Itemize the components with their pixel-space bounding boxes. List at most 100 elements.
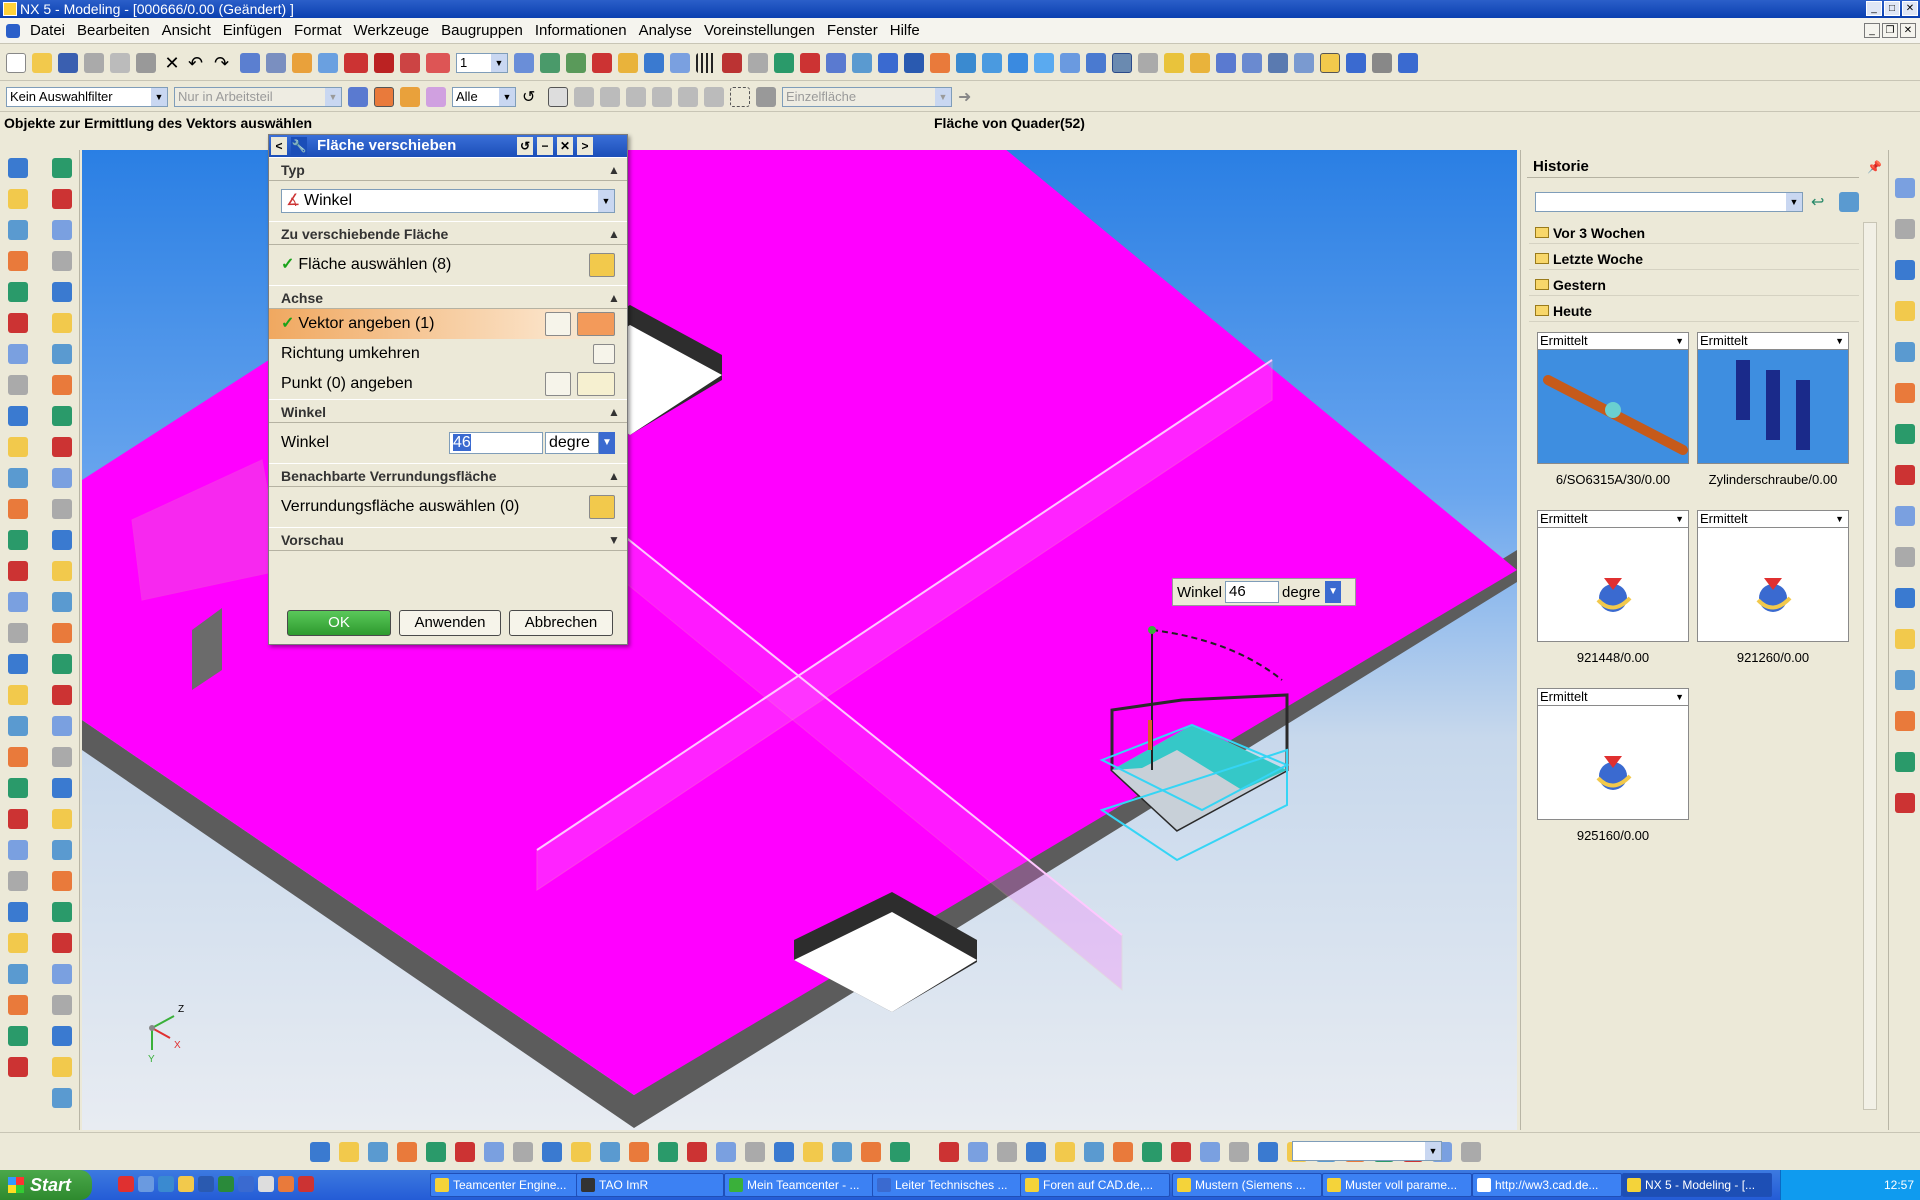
bottom-tool-icon-18[interactable] [832, 1142, 852, 1162]
paste-icon[interactable] [136, 52, 156, 73]
feature-icon-21[interactable] [52, 809, 72, 829]
arrow-right-icon[interactable]: ➜ [958, 87, 978, 107]
feature-icon-14[interactable] [52, 592, 72, 612]
bottom-tool-icon-9[interactable] [571, 1142, 591, 1162]
bottom-tool-icon-32[interactable] [1258, 1142, 1278, 1162]
endpoint-icon[interactable] [574, 86, 594, 107]
minimize-button[interactable]: _ [1866, 1, 1882, 16]
feature-icon-17[interactable] [52, 685, 72, 705]
tool-icon-17[interactable] [8, 685, 28, 705]
chevron-down-icon[interactable]: ▼ [1675, 689, 1684, 705]
bottom-tool-icon-24[interactable] [1026, 1142, 1046, 1162]
chevron-down-icon[interactable]: ▼ [1325, 581, 1342, 603]
feature-icon-26[interactable] [52, 964, 72, 984]
assembly-icon[interactable] [1242, 52, 1262, 73]
feature-icon-16[interactable] [52, 654, 72, 674]
feature-icon-20[interactable] [52, 778, 72, 798]
layer-settings-icon[interactable] [514, 52, 534, 73]
work-view-icon[interactable] [748, 52, 768, 73]
resource-icon-7[interactable] [1895, 465, 1915, 485]
close-icon[interactable]: ✕ [557, 137, 573, 155]
section-preview[interactable]: Vorschau ▼ [269, 527, 627, 551]
selection-filter-select[interactable]: Kein Auswahlfilter ▼ [6, 86, 168, 107]
reference-set-icon[interactable] [1320, 52, 1340, 73]
chevron-down-icon[interactable]: ▼ [1675, 511, 1684, 527]
vector-inference-icon[interactable] [577, 312, 615, 336]
taskbar-item[interactable]: Leiter Technisches ... [872, 1173, 1022, 1197]
view-front-icon[interactable] [1008, 52, 1028, 73]
bottom-tool-icon-0[interactable] [310, 1142, 330, 1162]
wcs-icon[interactable] [344, 52, 368, 73]
face-select-row[interactable]: ✓ Fläche auswählen (8) [269, 245, 627, 285]
orient-view-icon[interactable] [930, 52, 950, 73]
tool-icon-27[interactable] [8, 995, 28, 1015]
shaded-with-edges-icon[interactable] [1112, 52, 1132, 73]
typ-select[interactable]: ∡ Winkel ▼ [281, 189, 615, 213]
feature-icon-29[interactable] [52, 1057, 72, 1077]
point-inference-icon[interactable] [577, 372, 615, 396]
feature-icon-15[interactable] [52, 623, 72, 643]
doc-close-button[interactable]: ✕ [1900, 23, 1916, 38]
quicklaunch-icon[interactable] [258, 1176, 274, 1192]
point-dialog-icon[interactable] [545, 372, 571, 396]
resource-icon-2[interactable] [1895, 260, 1915, 280]
tool-icon-12[interactable] [8, 530, 28, 550]
bottom-tool-icon-10[interactable] [600, 1142, 620, 1162]
menu-informationen[interactable]: Informationen [529, 22, 633, 39]
menu-datei[interactable]: Datei [24, 22, 71, 39]
tool-icon-25[interactable] [8, 933, 28, 953]
doc-minimize-button[interactable]: _ [1864, 23, 1880, 38]
chevron-down-icon[interactable]: ▼ [605, 531, 623, 549]
taskbar-item[interactable]: Muster voll parame... [1322, 1173, 1472, 1197]
tool-icon-3[interactable] [8, 251, 28, 271]
resource-icon-15[interactable] [1895, 793, 1915, 813]
view-top-icon[interactable] [1034, 52, 1054, 73]
feature-icon-2[interactable] [52, 220, 72, 240]
resource-icon-14[interactable] [1895, 752, 1915, 772]
quicklaunch-icon[interactable] [298, 1176, 314, 1192]
menu-baugruppen[interactable]: Baugruppen [435, 22, 529, 39]
feature-icon-13[interactable] [52, 561, 72, 581]
select-face-icon[interactable] [589, 253, 615, 277]
resource-bar-icons[interactable] [1889, 150, 1920, 850]
feature-icon-12[interactable] [52, 530, 72, 550]
section-blend[interactable]: Benachbarte Verrundungsfläche ▲ [269, 463, 627, 487]
tool-icon-1[interactable] [8, 189, 28, 209]
tool-icon-4[interactable] [8, 282, 28, 302]
reset-icon[interactable]: ↺ [517, 137, 533, 155]
feature-icon-6[interactable] [52, 344, 72, 364]
resource-icon-12[interactable] [1895, 670, 1915, 690]
blank-icon[interactable] [292, 52, 312, 73]
chevron-up-icon[interactable]: ▲ [605, 225, 623, 243]
history-scrollbar[interactable] [1863, 222, 1877, 1110]
bottom-tool-icon-6[interactable] [484, 1142, 504, 1162]
floating-angle-unit[interactable]: degre [1282, 584, 1322, 601]
rectangle-select-icon[interactable] [730, 86, 750, 107]
teamcenter-icon[interactable] [1398, 52, 1418, 73]
quadrant-icon[interactable] [704, 86, 724, 107]
left-toolbar-icons[interactable] [0, 150, 80, 1130]
start-button[interactable]: Start [0, 1170, 92, 1200]
back-arrow-icon[interactable]: ↩ [1811, 192, 1831, 212]
feature-icon-23[interactable] [52, 871, 72, 891]
perspective-icon[interactable] [956, 52, 976, 73]
scope-select[interactable]: Alle ▼ [452, 86, 516, 107]
tool-icon-29[interactable] [8, 1057, 28, 1077]
feature-icon-25[interactable] [52, 933, 72, 953]
feature-select-icon[interactable] [548, 86, 568, 107]
chevron-up-icon[interactable]: ▲ [605, 289, 623, 307]
clock[interactable]: 12:57 [1884, 1178, 1914, 1192]
layer-select[interactable]: 1 ▼ [456, 52, 508, 73]
rotate-icon[interactable] [904, 52, 924, 73]
resource-icon-13[interactable] [1895, 711, 1915, 731]
bottom-tool-icon-5[interactable] [455, 1142, 475, 1162]
tool-icon-5[interactable] [8, 313, 28, 333]
menu-werkzeuge[interactable]: Werkzeuge [348, 22, 436, 39]
feature-icon-10[interactable] [52, 468, 72, 488]
word-icon[interactable] [198, 1176, 214, 1192]
floating-angle-field[interactable]: 46 [1225, 581, 1280, 603]
feature-icon-30[interactable] [52, 1088, 72, 1108]
fit-icon[interactable] [800, 52, 820, 73]
dynamic-wcs-icon[interactable] [400, 52, 420, 73]
new-icon[interactable] [6, 52, 26, 73]
